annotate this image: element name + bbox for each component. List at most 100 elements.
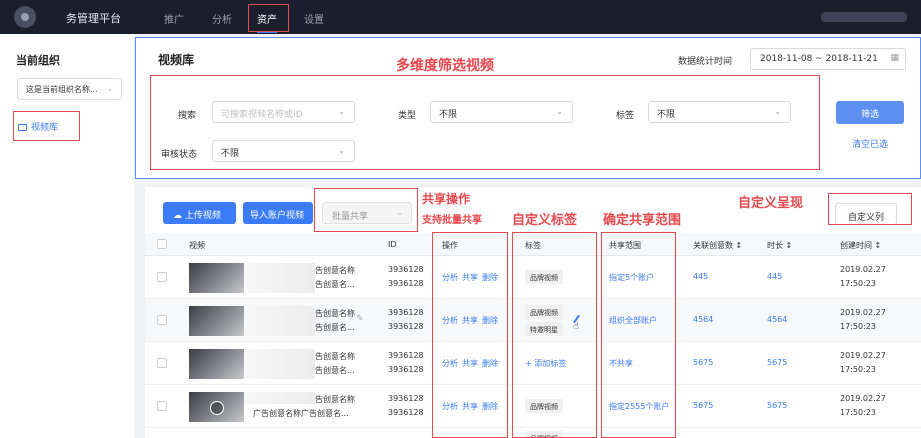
duration-value[interactable]: 5675 bbox=[767, 358, 787, 367]
type-label: 类型 bbox=[398, 111, 417, 121]
duration-value[interactable]: 5675 bbox=[767, 401, 787, 410]
filter-panel: 视频库 数据统计时间 2018-11-08 ~ 2018-11-21 ▦ 搜索 … bbox=[135, 37, 921, 179]
table-row: 告创意名称 广告创意名称广告创意名... 3936128 3936128 分析共… bbox=[145, 385, 921, 428]
creatives-count[interactable]: 5675 bbox=[693, 401, 713, 410]
created-date: 2019.02.27 bbox=[840, 265, 886, 274]
creatives-count[interactable]: 5675 bbox=[693, 358, 713, 367]
col-actions: 操作 bbox=[442, 241, 458, 250]
review-status-value: 不限 bbox=[221, 149, 240, 159]
share-scope-link[interactable]: 指定2555个账户 bbox=[609, 401, 669, 412]
share-scope-link[interactable]: 不共享 bbox=[609, 358, 633, 369]
import-account-video-button[interactable]: 导入账户视频 bbox=[243, 202, 313, 224]
nav-tab-settings[interactable]: 设置 bbox=[304, 11, 324, 26]
video-id-line2: 3936128 bbox=[388, 322, 424, 331]
chevron-down-icon: ⌄ bbox=[774, 107, 781, 116]
delete-link[interactable]: 删除 bbox=[482, 359, 498, 368]
type-select-value: 不限 bbox=[439, 110, 458, 120]
created-date: 2019.02.27 bbox=[840, 308, 886, 317]
col-tags: 标签 bbox=[525, 241, 541, 250]
col-duration[interactable]: 时长 ↕ bbox=[767, 240, 792, 251]
table-row: 告创意名称 告创意名... 3936128 3936128 分析 共享 删除 + 添… bbox=[145, 342, 921, 385]
bulk-share-select[interactable]: 批量共享 ⌄ bbox=[322, 202, 412, 224]
video-thumbnail[interactable] bbox=[189, 349, 244, 379]
share-link[interactable]: 共享 bbox=[462, 316, 478, 325]
nav-tab-assets[interactable]: 资产 bbox=[257, 11, 277, 33]
row-checkbox[interactable] bbox=[157, 358, 167, 368]
share-link[interactable]: 共享 bbox=[462, 359, 478, 368]
analyze-link[interactable]: 分析 bbox=[442, 359, 458, 368]
row-actions: 分析 共享 删除 bbox=[442, 401, 502, 412]
search-placeholder: 可搜索视频名称或ID bbox=[221, 110, 303, 120]
row-actions: 分析 共享 删除 bbox=[442, 315, 502, 326]
delete-link[interactable]: 删除 bbox=[482, 402, 498, 411]
tag-chip: 品牌视频 bbox=[525, 399, 563, 413]
col-id: ID bbox=[388, 240, 397, 249]
created-time: 17:50:23 bbox=[840, 408, 876, 417]
video-name-line2: 告创意名... bbox=[315, 280, 355, 289]
delete-link[interactable]: 删除 bbox=[482, 273, 498, 282]
annotation-bulk-share: 支持批量共享 bbox=[422, 215, 482, 226]
custom-columns-button[interactable]: 自定义列 bbox=[835, 203, 897, 225]
analyze-link[interactable]: 分析 bbox=[442, 402, 458, 411]
sort-icon: ↕ bbox=[785, 241, 793, 250]
sidebar-item-label: 视频库 bbox=[31, 123, 59, 133]
tag-chip: 品牌视频 bbox=[525, 270, 563, 284]
upload-video-label: 上传视频 bbox=[184, 211, 221, 221]
date-range-picker[interactable]: 2018-11-08 ~ 2018-11-21 ▦ bbox=[750, 48, 906, 70]
video-id-line2: 3936128 bbox=[388, 279, 424, 288]
share-scope-link[interactable]: 组织全部账户 bbox=[609, 315, 657, 326]
video-thumbnail-play-icon[interactable] bbox=[189, 392, 244, 422]
chevron-down-icon: ⌄ bbox=[396, 208, 403, 217]
review-status-select[interactable]: 不限 ⌄ bbox=[212, 140, 355, 162]
analyze-link[interactable]: 分析 bbox=[442, 316, 458, 325]
chevron-down-icon: ⌄ bbox=[556, 107, 563, 116]
col-duration-label: 时长 bbox=[767, 241, 783, 250]
add-tag-link[interactable]: + 添加标签 bbox=[525, 358, 566, 369]
row-checkbox[interactable] bbox=[157, 315, 167, 325]
col-creatives[interactable]: 关联创意数 ↕ bbox=[693, 240, 742, 251]
app-logo-icon bbox=[14, 6, 36, 28]
org-select-value: 这是当前组织名称... bbox=[26, 85, 98, 94]
created-time: 17:50:23 bbox=[840, 322, 876, 331]
user-account-blurred[interactable] bbox=[821, 12, 907, 22]
analyze-link[interactable]: 分析 bbox=[442, 273, 458, 282]
select-all-checkbox[interactable] bbox=[157, 239, 167, 249]
sidebar-item-video-library[interactable]: 视频库 bbox=[18, 120, 58, 133]
col-video: 视频 bbox=[189, 241, 205, 250]
share-scope-link[interactable]: 指定5个账户 bbox=[609, 272, 654, 283]
video-name: 告创意名称 bbox=[315, 309, 355, 318]
sort-icon: ↕ bbox=[735, 241, 743, 250]
top-nav: 务管理平台 推广 分析 资产 设置 bbox=[0, 0, 921, 34]
search-input[interactable]: 可搜索视频名称或ID ⌄ bbox=[212, 101, 355, 123]
table-header: 视频 ID 操作 标签 共享范围 关联创意数 ↕ 时长 ↕ 创建时间 ↕ bbox=[145, 233, 921, 256]
row-checkbox[interactable] bbox=[157, 272, 167, 282]
row-checkbox[interactable] bbox=[157, 401, 167, 411]
share-link[interactable]: 共享 bbox=[462, 273, 478, 282]
video-id: 3936128 bbox=[388, 351, 424, 360]
edit-name-icon[interactable]: ✎ bbox=[356, 314, 364, 324]
nav-tab-promotion[interactable]: 推广 bbox=[164, 11, 184, 26]
org-select[interactable]: 这是当前组织名称... ⌄ bbox=[17, 78, 122, 100]
duration-value[interactable]: 445 bbox=[767, 272, 782, 281]
creatives-count[interactable]: 4564 bbox=[693, 315, 713, 324]
delete-link[interactable]: 删除 bbox=[482, 316, 498, 325]
video-thumbnail[interactable] bbox=[189, 306, 244, 336]
clear-filters-link[interactable]: 清空已选 bbox=[852, 137, 888, 150]
duration-value[interactable]: 4564 bbox=[767, 315, 787, 324]
filter-button[interactable]: 筛选 bbox=[836, 101, 904, 124]
col-created-label: 创建时间 bbox=[840, 241, 872, 250]
video-name: 告创意名称 bbox=[315, 266, 355, 275]
video-name-line2: 广告创意名称广告创意名... bbox=[253, 409, 349, 418]
upload-video-button[interactable]: ☁ 上传视频 bbox=[163, 202, 236, 224]
current-org-title: 当前组织 bbox=[16, 54, 60, 67]
creatives-count[interactable]: 445 bbox=[693, 272, 708, 281]
nav-tab-analysis[interactable]: 分析 bbox=[212, 11, 232, 26]
video-thumbnail[interactable] bbox=[189, 263, 244, 293]
row-actions: 分析 共享 删除 bbox=[442, 272, 502, 283]
type-select[interactable]: 不限 ⌄ bbox=[430, 101, 573, 123]
share-link[interactable]: 共享 bbox=[462, 402, 478, 411]
col-created-time[interactable]: 创建时间 ↕ bbox=[840, 240, 881, 251]
blurred-region bbox=[245, 306, 315, 336]
tag-select[interactable]: 不限 ⌄ bbox=[648, 101, 791, 123]
annotation-custom-tag: 自定义标签 bbox=[512, 213, 578, 228]
